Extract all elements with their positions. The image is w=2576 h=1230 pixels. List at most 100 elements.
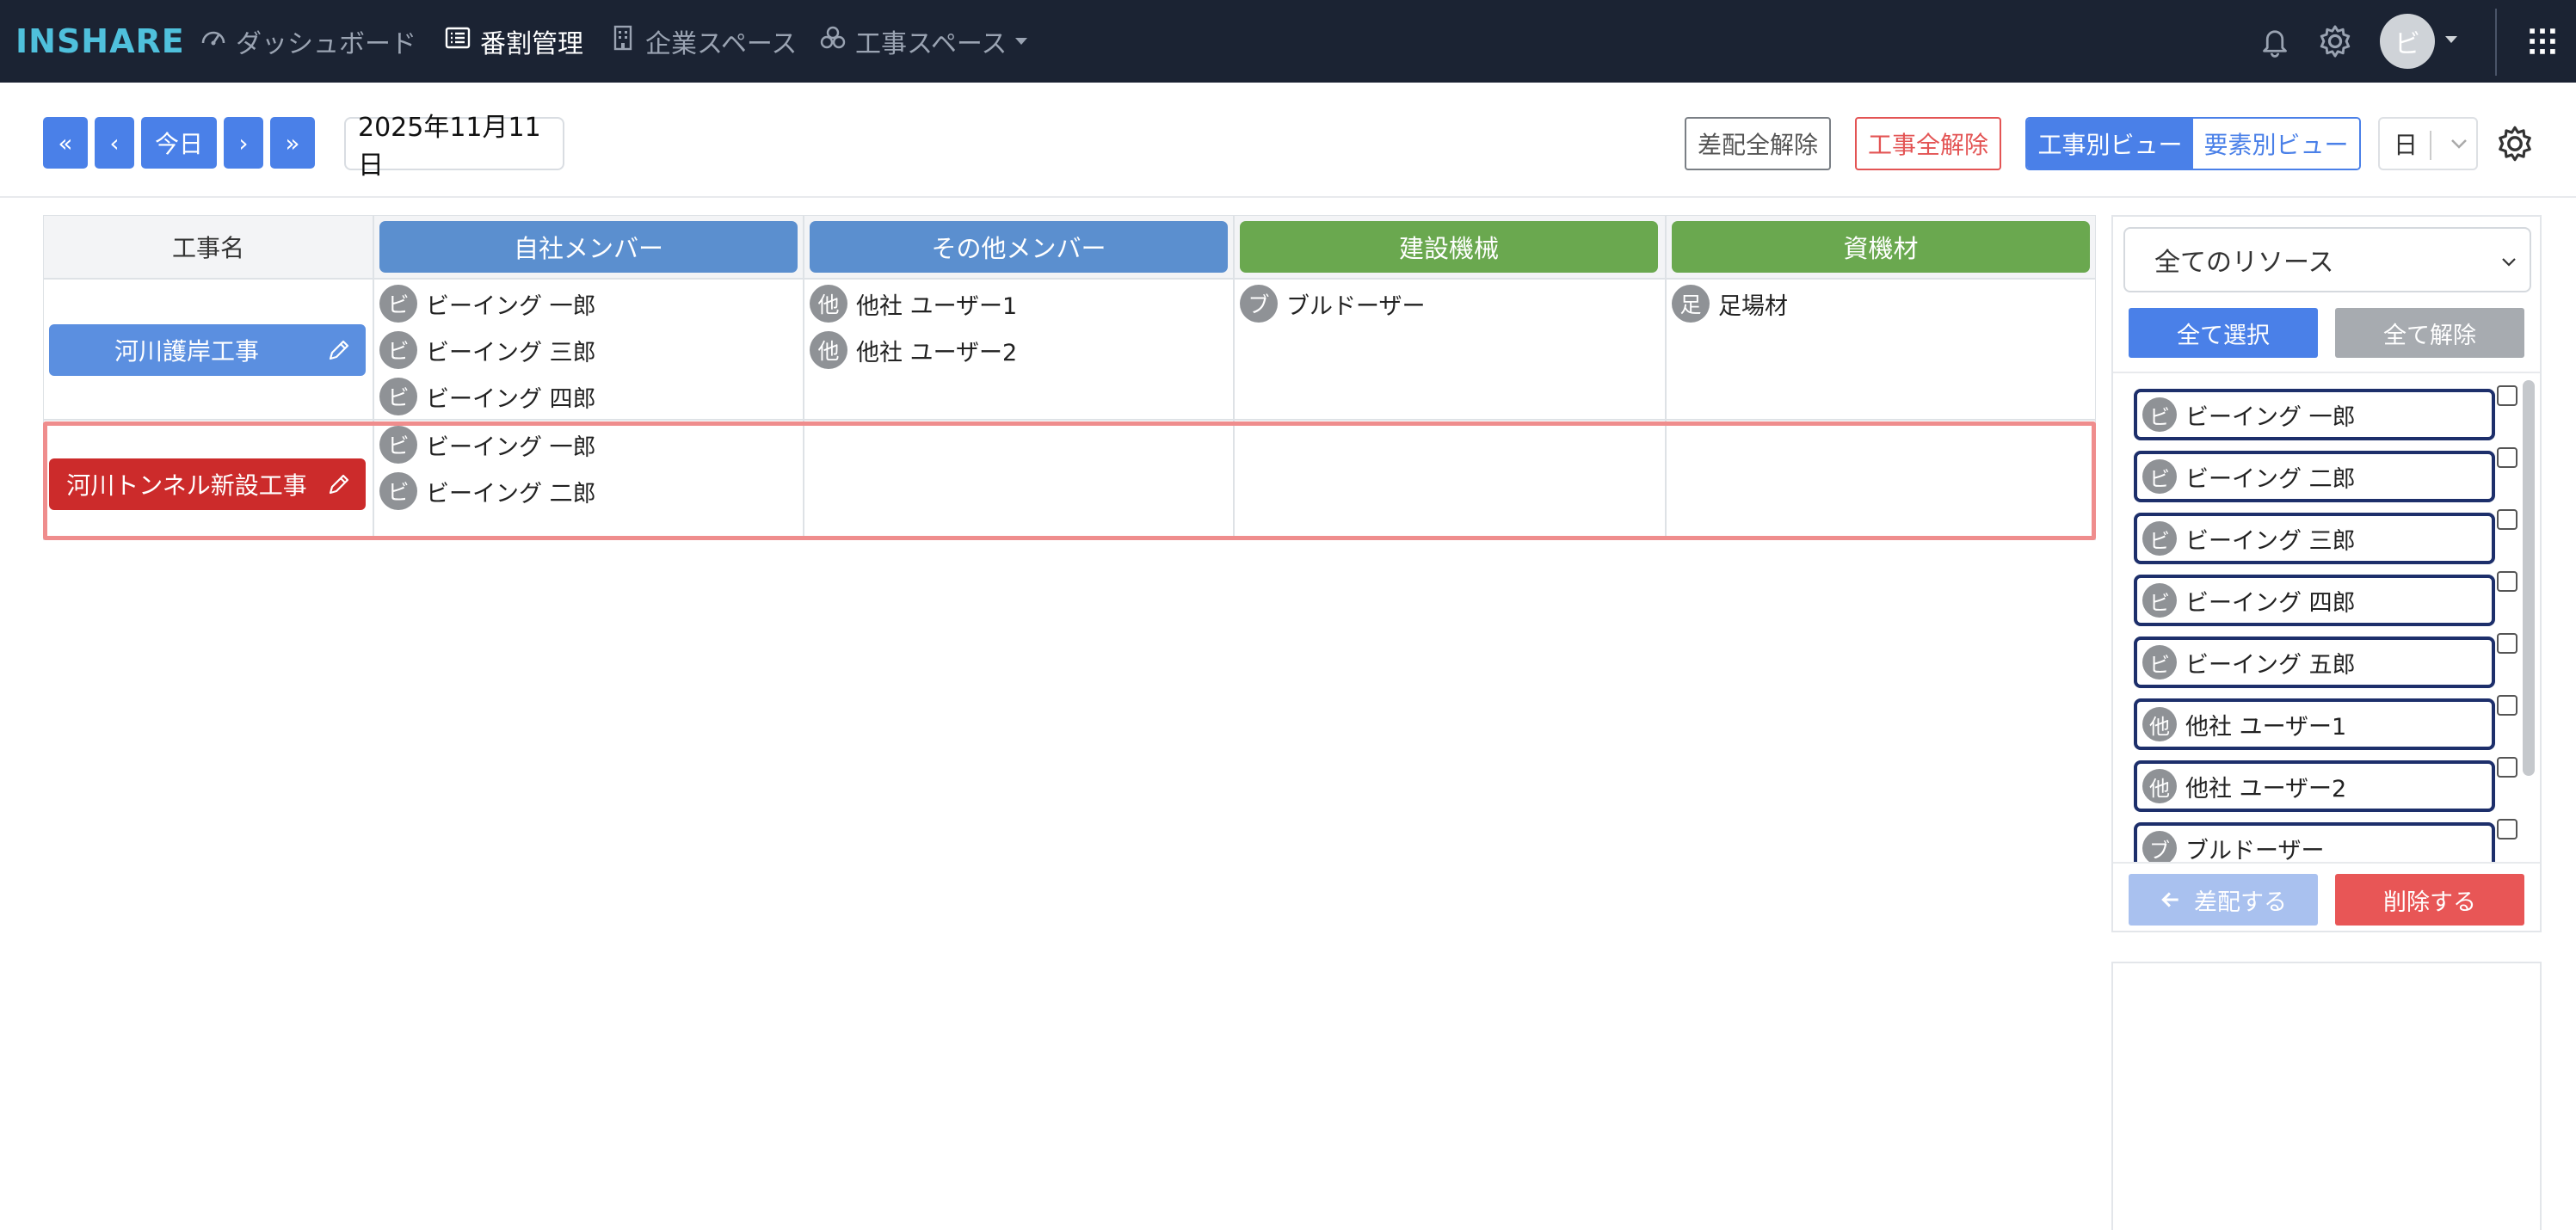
list-item[interactable]: 他他社 ユーザー1 [2134, 695, 2517, 750]
resource-item[interactable]: ブブルドーザー [1240, 283, 1425, 324]
resource-item[interactable]: 足足場材 [1672, 283, 1788, 324]
row1-own-cell[interactable]: ビビーイング 一郎 ビビーイング 三郎 ビビーイング 四郎 [373, 279, 804, 420]
assignment-grid: 工事名 自社メンバー その他メンバー 建設機械 資機材 河川護岸工事 ビビーイン… [43, 215, 2096, 542]
delete-button[interactable]: 削除する [2335, 874, 2524, 926]
avatar: ビ [2142, 645, 2177, 680]
unit-select[interactable]: 日 [2378, 117, 2478, 170]
project-view-button[interactable]: 工事別ビュー [2027, 119, 2193, 169]
resource-item[interactable]: ビビーイング 三郎 [379, 329, 596, 371]
nav-dashboard[interactable]: ダッシュボード [200, 22, 416, 60]
resource-filter-select[interactable]: 全てのリソース [2123, 227, 2531, 292]
list-item[interactable]: ビビーイング 四郎 [2134, 571, 2517, 626]
gear-icon[interactable] [2311, 0, 2359, 83]
list-item[interactable]: ビビーイング 五郎 [2134, 633, 2517, 688]
user-avatar[interactable]: ビ [2380, 14, 2435, 69]
resource-list[interactable]: ビビーイング 一郎 ビビーイング 二郎 ビビーイング 三郎 ビビーイング 四郎 … [2113, 372, 2540, 864]
app-logo[interactable]: INSHARE [15, 22, 185, 60]
avatar: ビ [379, 285, 417, 323]
resource-item[interactable]: ビビーイング 一郎 [379, 283, 596, 324]
resource-item[interactable]: ビビーイング 一郎 [379, 424, 596, 465]
clear-project-button[interactable]: 工事全解除 [1855, 117, 2001, 170]
date-input[interactable]: 2025年11月11日 [344, 113, 564, 181]
header-materials: 資機材 [1672, 221, 2090, 273]
checkbox[interactable] [2497, 695, 2517, 716]
list-item[interactable]: ビビーイング 二郎 [2134, 447, 2517, 502]
list-item[interactable]: ビビーイング 三郎 [2134, 509, 2517, 564]
list-item[interactable]: 他他社 ユーザー2 [2134, 757, 2517, 812]
resource-item[interactable]: ビビーイング 四郎 [379, 376, 596, 417]
avatar: 他 [2142, 707, 2177, 741]
list-item[interactable]: ビビーイング 一郎 [2134, 385, 2517, 440]
prev-date-button[interactable]: ‹ [95, 117, 134, 169]
row2-machines-cell[interactable] [1234, 420, 1666, 540]
list-item[interactable]: ブブルドーザー [2134, 819, 2517, 862]
next-date-button[interactable]: › [224, 117, 263, 169]
nav-project-label: 工事スペース [855, 29, 1008, 59]
project-button-2[interactable]: 河川トンネル新設工事 [49, 458, 366, 510]
list-item-label: ビーイング 五郎 [2185, 651, 2356, 679]
header-own-members: 自社メンバー [379, 221, 798, 273]
row1-other-cell[interactable]: 他他社 ユーザー1 他他社 ユーザー2 [804, 279, 1234, 420]
today-button[interactable]: 今日 [141, 117, 217, 169]
avatar-chevron-down-icon[interactable] [2445, 36, 2457, 43]
scrollbar-thumb[interactable] [2523, 380, 2535, 776]
checkbox[interactable] [2497, 385, 2517, 406]
list-item-label: ビーイング 四郎 [2185, 589, 2356, 617]
avatar: 他 [810, 285, 847, 323]
header-cell-other: その他メンバー [804, 215, 1234, 279]
bell-icon[interactable] [2251, 0, 2299, 83]
header-project-name-label: 工事名 [171, 234, 244, 262]
header-project-name: 工事名 [43, 215, 373, 279]
avatar: ビ [2142, 459, 2177, 494]
building-icon [609, 24, 637, 58]
row1-materials-cell[interactable]: 足足場材 [1666, 279, 2096, 420]
project-button-1[interactable]: 河川護岸工事 [49, 324, 366, 376]
resource-item[interactable]: ビビーイング 二郎 [379, 470, 596, 512]
assign-button[interactable]: 差配する [2129, 874, 2318, 926]
resource-label: ビーイング 一郎 [426, 292, 596, 320]
row2-materials-cell[interactable] [1666, 420, 2096, 540]
header-cell-machines: 建設機械 [1234, 215, 1666, 279]
row2-other-cell[interactable] [804, 420, 1234, 540]
select-all-button[interactable]: 全て選択 [2129, 308, 2318, 358]
pencil-icon[interactable] [326, 337, 352, 363]
clear-all-button[interactable]: 全て解除 [2335, 308, 2524, 358]
chevron-down-icon [1015, 38, 1028, 45]
checkbox[interactable] [2497, 447, 2517, 468]
first-date-button[interactable]: « [43, 117, 88, 169]
checkbox[interactable] [2497, 571, 2517, 592]
pencil-icon[interactable] [326, 471, 352, 497]
avatar: 足 [1672, 285, 1710, 323]
checkbox[interactable] [2497, 633, 2517, 654]
nav-schedule-label: 番割管理 [480, 29, 583, 59]
resource-filter-value: 全てのリソース [2154, 248, 2334, 278]
last-date-button[interactable]: » [270, 117, 315, 169]
avatar: ビ [379, 378, 417, 415]
resource-item[interactable]: 他他社 ユーザー1 [810, 283, 1017, 324]
settings-gear-icon[interactable] [2495, 124, 2535, 163]
resource-label: 他社 ユーザー1 [856, 292, 1018, 320]
resource-label: 他社 ユーザー2 [856, 339, 1018, 366]
checkbox[interactable] [2497, 509, 2517, 530]
select-separator [2430, 131, 2431, 160]
checkbox[interactable] [2497, 819, 2517, 839]
apps-grid-icon[interactable] [2521, 0, 2564, 83]
resource-label: 足場材 [1718, 292, 1788, 320]
checkbox[interactable] [2497, 757, 2517, 778]
resource-item[interactable]: 他他社 ユーザー2 [810, 329, 1017, 371]
resource-panel: 全てのリソース 全て選択 全て解除 ビビーイング 一郎 ビビーイング 二郎 ビビ… [2111, 215, 2542, 932]
clear-assignment-button[interactable]: 差配全解除 [1685, 117, 1831, 170]
avatar: ビ [2142, 583, 2177, 618]
arrow-left-icon [2161, 892, 2179, 907]
nav-company-space[interactable]: 企業スペース [609, 22, 797, 60]
avatar: 他 [2142, 769, 2177, 803]
resource-label: ビーイング 三郎 [426, 339, 596, 366]
list-item-label: ビーイング 三郎 [2185, 527, 2356, 555]
project-name-2: 河川トンネル新設工事 [66, 471, 307, 500]
avatar: ビ [379, 426, 417, 464]
element-view-button[interactable]: 要素別ビュー [2193, 119, 2359, 169]
nav-project-space[interactable]: 工事スペース [819, 22, 1028, 60]
nav-schedule[interactable]: 番割管理 [444, 22, 583, 60]
row2-own-cell[interactable]: ビビーイング 一郎 ビビーイング 二郎 [373, 420, 804, 540]
row1-machines-cell[interactable]: ブブルドーザー [1234, 279, 1666, 420]
